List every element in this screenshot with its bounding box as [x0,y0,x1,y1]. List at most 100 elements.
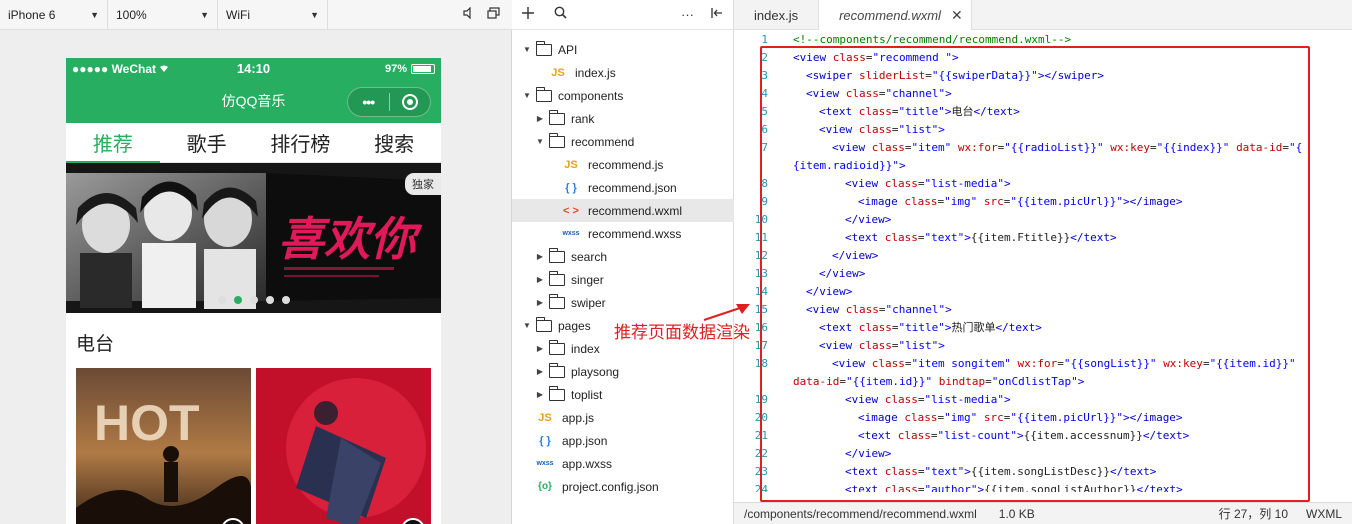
folder-item-toplist[interactable]: ▶ toplist [512,383,734,406]
more-icon[interactable]: ··· [681,7,694,22]
tree-item-label: rank [571,111,595,126]
close-icon[interactable]: ✕ [951,7,963,24]
code-editor: index.js recommend.wxml ✕ 1 <!--component… [734,0,1352,524]
close-target-icon[interactable] [389,94,430,110]
simulator-toolbar: iPhone 6 ▼ 100% ▼ WiFi ▼ [0,0,512,30]
swiper-dot[interactable] [281,296,290,304]
folder-icon [548,385,565,401]
caret-right-icon[interactable]: ▶ [535,390,545,399]
tree-item-label: recommend.js [588,157,664,172]
folder-icon [548,293,565,309]
folder-item-rank[interactable]: ▶ rank [512,107,734,130]
chevron-down-icon: ▼ [90,9,99,20]
caret-down-icon[interactable]: ▼ [522,321,532,330]
status-language[interactable]: WXML [1306,507,1342,521]
folder-item-components[interactable]: ▼ components [512,84,734,107]
folder-item-recommend[interactable]: ▼ recommend [512,130,734,153]
tab-ranking[interactable]: 排行榜 [254,123,348,162]
radio-list: HOT ▶ ▶ [66,364,441,524]
editor-tab-label: index.js [754,7,799,23]
tree-item-label: playsong [571,364,620,379]
wxss-file-icon: wxss [536,460,554,467]
folder-item-api[interactable]: ▼ API [512,38,734,61]
swiper-dot[interactable] [265,296,274,304]
radio-item-hot[interactable]: HOT ▶ [76,368,251,524]
js-file-icon: JS [538,411,552,424]
network-select[interactable]: WiFi ▼ [218,0,328,30]
js-file-icon: JS [564,158,578,171]
caret-right-icon[interactable]: ▶ [535,344,545,353]
caret-down-icon[interactable]: ▼ [522,91,532,100]
radio-art-text: HOT [94,395,200,451]
device-select-value: iPhone 6 [8,7,56,22]
file-explorer: ··· ▼ API JS index.js ▼ components ▶ rank ▼ recom… [512,0,734,524]
devtools-window: iPhone 6 ▼ 100% ▼ WiFi ▼ ●●●●● WeChat 14… [0,0,1352,524]
plus-icon[interactable] [522,6,534,23]
caret-right-icon[interactable]: ▶ [535,367,545,376]
caret-right-icon[interactable]: ▶ [535,114,545,123]
radio-item-singer[interactable]: ▶ [256,368,431,524]
exclusive-badge: 独家 [405,173,441,195]
tree-item-label: swiper [571,295,606,310]
file-item-recommend-json[interactable]: { } recommend.json [512,176,734,199]
editor-status-bar: /components/recommend/recommend.wxml 1.0… [734,502,1352,524]
status-cursor-position[interactable]: 行 27，列 10 [1219,505,1288,522]
tab-search[interactable]: 搜索 [347,123,441,162]
wxss-file-icon: wxss [562,230,580,237]
tree-item-label: API [558,42,578,57]
tab-singer[interactable]: 歌手 [160,123,254,162]
swiper-dot[interactable] [217,296,226,304]
config-file-icon: {o} [538,481,552,492]
caret-down-icon[interactable]: ▼ [522,45,532,54]
file-item-app-js[interactable]: JS app.js [512,406,734,429]
collapse-icon[interactable] [710,7,723,22]
caret-right-icon[interactable]: ▶ [535,298,545,307]
tree-item-label: recommend.wxss [588,226,682,241]
caret-right-icon[interactable]: ▶ [535,275,545,284]
folder-icon [548,132,565,148]
file-item-recommend-wxml[interactable]: < > recommend.wxml [512,199,734,222]
status-file-size: 1.0 KB [998,506,1035,521]
editor-tab-bar: index.js recommend.wxml ✕ [734,0,1352,30]
file-item-app-wxss[interactable]: wxss app.wxss [512,452,734,475]
phone-status-bar: ●●●●● WeChat 14:10 97% [66,58,441,79]
zoom-select[interactable]: 100% ▼ [108,0,218,30]
window-icon[interactable] [487,7,500,22]
zoom-select-value: 100% [116,7,147,22]
menu-capsule: ••• [347,87,431,117]
json-file-icon: { } [565,181,577,194]
tree-item-label: pages [558,318,591,333]
editor-tab-recommend-wxml[interactable]: recommend.wxml ✕ [819,0,972,30]
search-icon[interactable] [554,6,567,23]
speaker-icon[interactable] [463,6,475,22]
phone-screen: ●●●●● WeChat 14:10 97% 仿QQ音乐 ••• 推荐 歌手 排… [66,58,441,524]
file-item-project-config-json[interactable]: {o} project.config.json [512,475,734,498]
tab-bar: 推荐 歌手 排行榜 搜索 [66,123,441,163]
file-item-index-js[interactable]: JS index.js [512,61,734,84]
caret-right-icon[interactable]: ▶ [535,252,545,261]
tree-item-label: app.js [562,410,595,425]
editor-tab-index-js[interactable]: index.js [734,0,820,30]
caret-down-icon[interactable]: ▼ [535,137,545,146]
swiper-dot[interactable] [249,296,258,304]
network-select-value: WiFi [226,7,250,22]
swiper-dot-active[interactable] [233,296,242,304]
json-file-icon: { } [539,434,551,447]
file-item-app-json[interactable]: { } app.json [512,429,734,452]
editor-tab-label: recommend.wxml [839,7,941,23]
more-dots-icon[interactable]: ••• [348,94,389,110]
tree-item-label: recommend [571,134,635,149]
swiper-indicator [66,296,441,304]
simulator-panel: iPhone 6 ▼ 100% ▼ WiFi ▼ ●●●●● WeChat 14… [0,0,512,524]
folder-item-singer[interactable]: ▶ singer [512,268,734,291]
file-item-recommend-js[interactable]: JS recommend.js [512,153,734,176]
folder-icon [548,109,565,125]
file-item-recommend-wxss[interactable]: wxss recommend.wxss [512,222,734,245]
banner-swiper[interactable]: 喜欢你 独家 [66,163,441,313]
banner-artwork-text: 喜欢你 [278,212,423,266]
device-select[interactable]: iPhone 6 ▼ [0,0,108,30]
folder-item-playsong[interactable]: ▶ playsong [512,360,734,383]
tab-recommend[interactable]: 推荐 [66,123,160,163]
folder-icon [548,339,565,355]
folder-item-search[interactable]: ▶ search [512,245,734,268]
